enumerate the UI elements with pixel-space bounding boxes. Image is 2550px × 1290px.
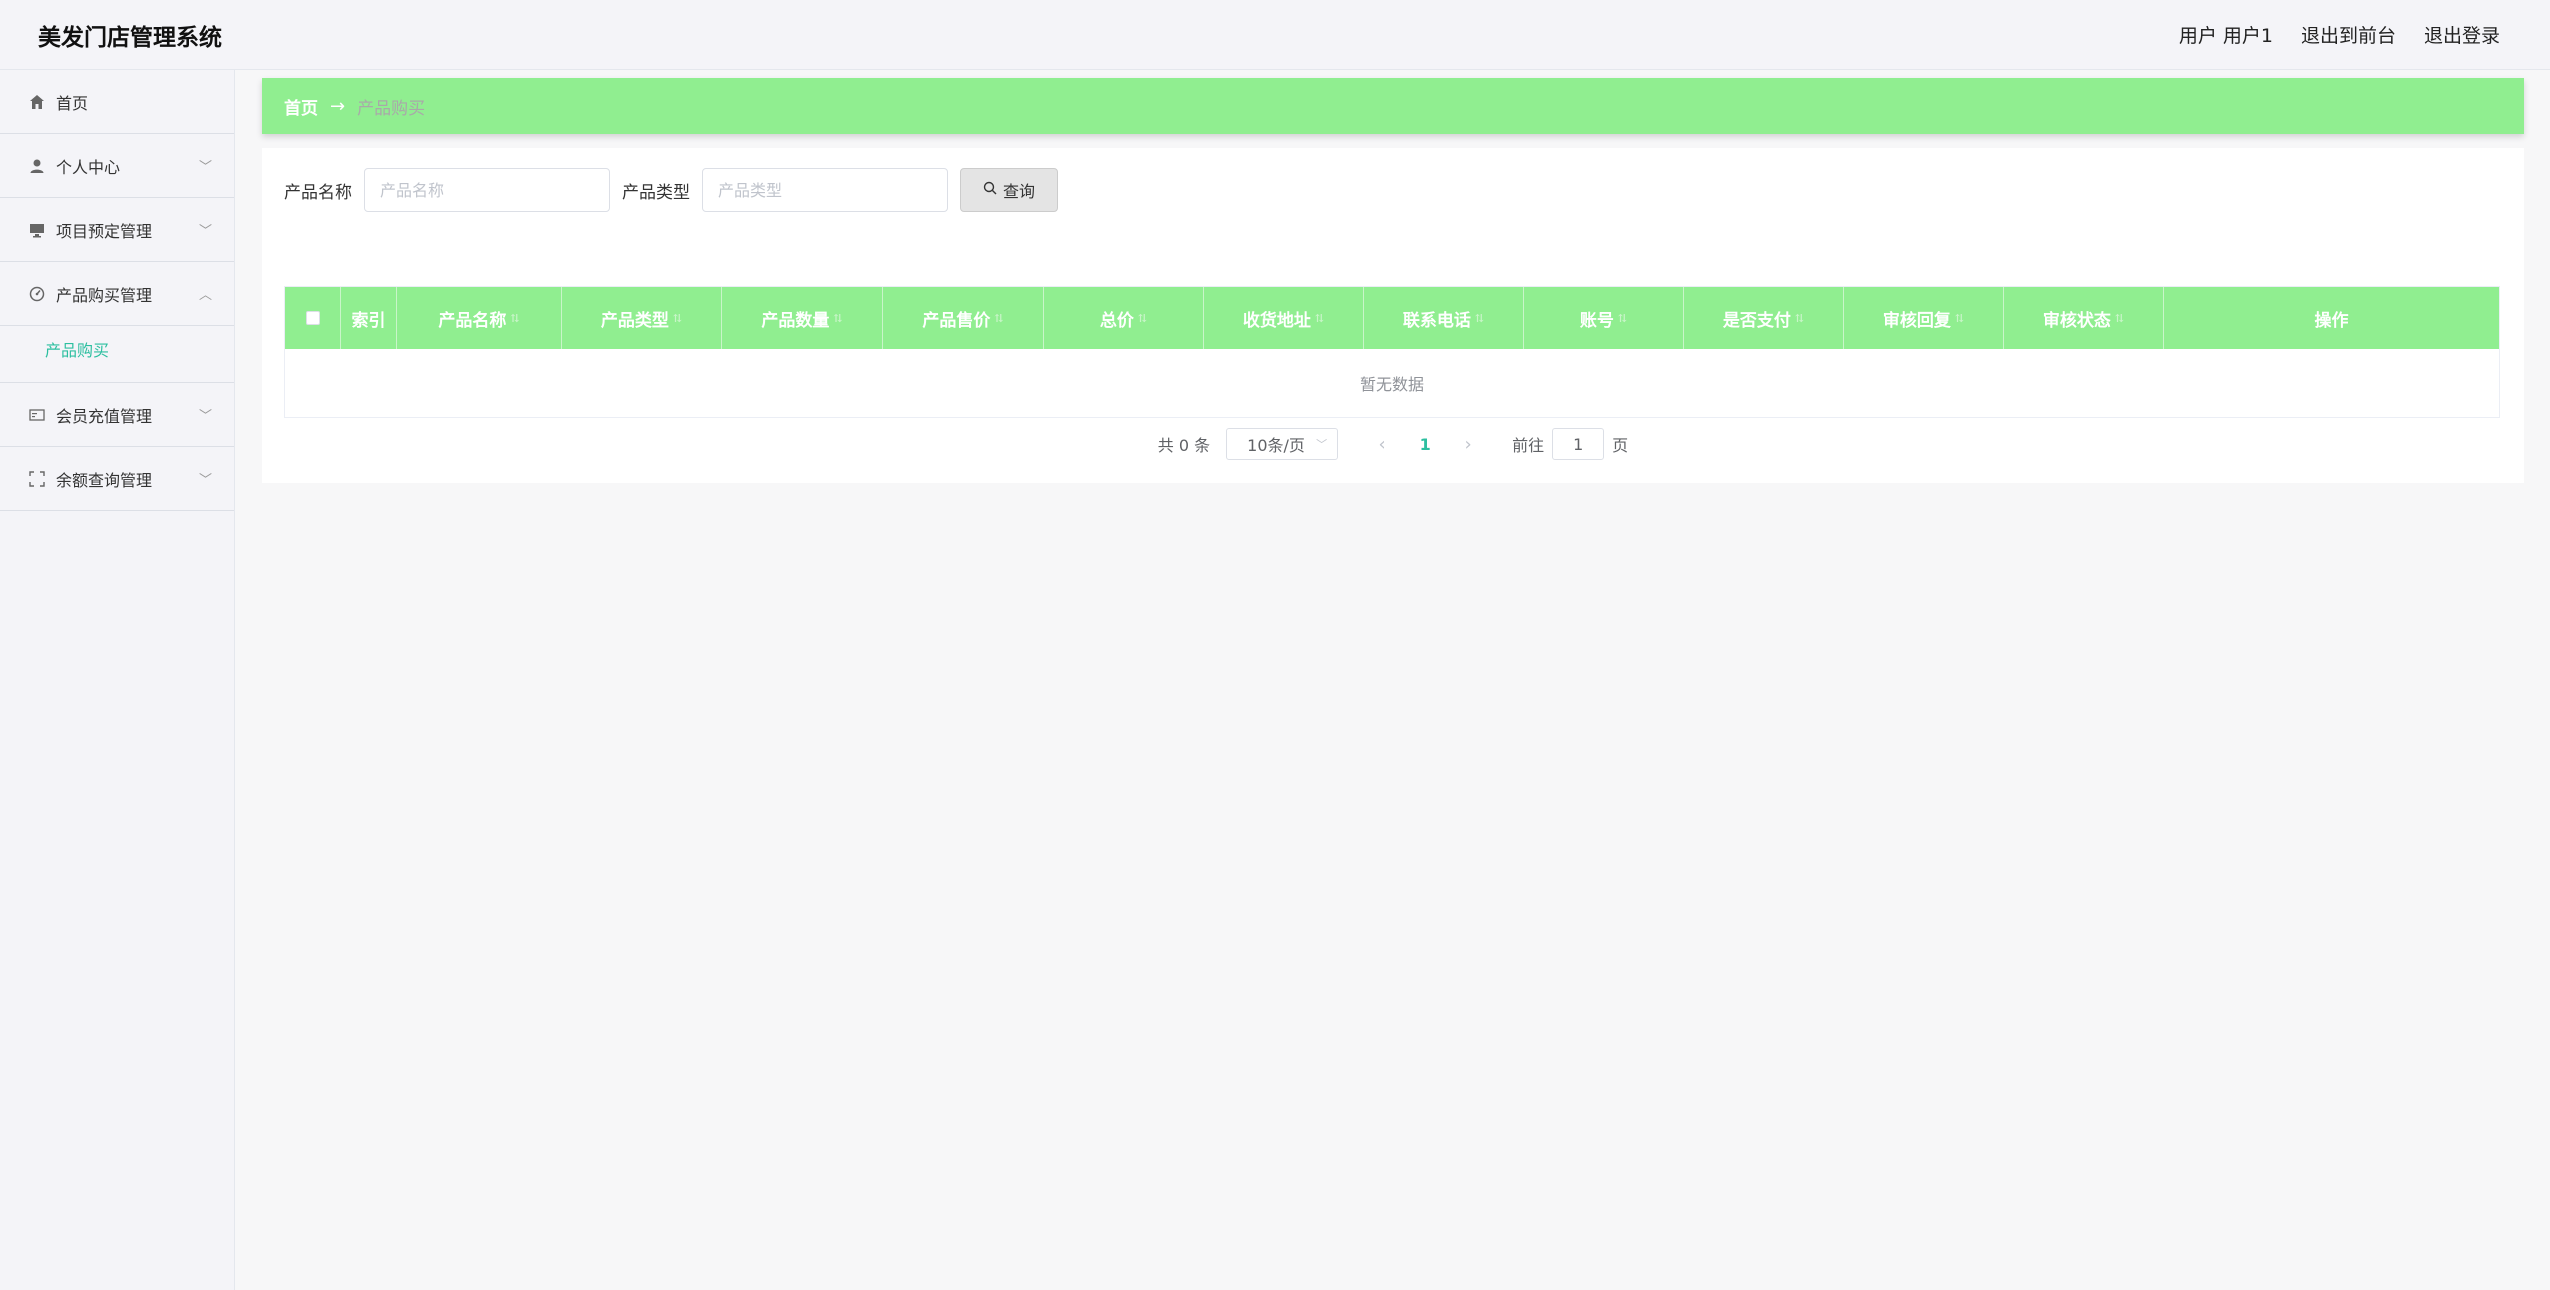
chevron-up-icon: ︿ — [198, 288, 212, 303]
product-purchase-table: 索引 产品名称 ⇅ 产品类型 ⇅ 产品数量 ⇅ 产品售价 ⇅ 总价 ⇅ 收货地址… — [284, 286, 2500, 418]
sidebar-item-member-recharge[interactable]: 会员充值管理 ﹀ — [0, 383, 234, 447]
column-header-label: 产品名称 — [438, 310, 507, 331]
sort-icon[interactable]: ⇅ — [833, 312, 842, 325]
breadcrumb: 首页 → 产品购买 — [262, 78, 2524, 134]
sidebar-item-home[interactable]: 首页 — [0, 70, 234, 134]
pagination-total: 共 0 条 — [1157, 436, 1211, 455]
sort-icon[interactable]: ⇅ — [1795, 312, 1804, 325]
current-user-label[interactable]: 用户 用户1 — [2179, 21, 2273, 48]
sort-icon[interactable]: ⇅ — [510, 312, 519, 325]
select-all-checkbox[interactable] — [305, 311, 320, 325]
sort-icon[interactable]: ⇅ — [1315, 312, 1324, 325]
content-panel: 产品名称 产品类型 查询 索引 产品名称⇅ — [262, 148, 2524, 483]
column-header-is-paid[interactable]: 是否支付 ⇅ — [1684, 287, 1844, 349]
column-header-review-status[interactable]: 审核状态 ⇅ — [2004, 287, 2164, 349]
sidebar-item-label: 产品购买管理 — [56, 285, 153, 305]
column-header-index: 索引 — [341, 287, 397, 349]
column-header-product-quantity[interactable]: 产品数量 ⇅ — [722, 287, 883, 349]
product-type-label: 产品类型 — [622, 182, 690, 203]
column-header-label: 是否支付 — [1722, 310, 1791, 331]
page-size-value: 10条/页 — [1247, 436, 1305, 455]
sidebar-item-balance-query[interactable]: 余额查询管理 ﹀ — [0, 447, 234, 511]
column-header-label: 总价 — [1099, 310, 1134, 331]
sort-icon[interactable]: ⇅ — [1618, 312, 1627, 325]
submenu-item-product-purchase[interactable]: 产品购买 — [45, 336, 234, 366]
top-bar: 美发门店管理系统 用户 用户1 退出到前台 退出登录 — [0, 0, 2550, 70]
sort-icon[interactable]: ⇅ — [1475, 312, 1484, 325]
back-to-front-link[interactable]: 退出到前台 — [2301, 21, 2396, 48]
sidebar: 首页 个人中心 ﹀ 项目预定管理 ﹀ 产品购买管理 ︿ 产品购买 会员充值管理 … — [0, 70, 235, 1290]
sidebar-item-label: 首页 — [56, 93, 89, 113]
column-header-label: 审核状态 — [2042, 310, 2111, 331]
sidebar-item-product-purchase[interactable]: 产品购买管理 ︿ — [0, 262, 234, 326]
column-header-label: 账号 — [1579, 310, 1614, 331]
sort-icon[interactable]: ⇅ — [1955, 312, 1964, 325]
column-header-phone[interactable]: 联系电话 ⇅ — [1364, 287, 1524, 349]
column-header-label: 审核回复 — [1882, 310, 1951, 331]
sidebar-item-label: 余额查询管理 — [56, 470, 153, 490]
sort-icon[interactable]: ⇅ — [994, 312, 1003, 325]
query-button-label: 查询 — [1002, 182, 1035, 201]
page-number-current[interactable]: 1 — [1402, 435, 1448, 454]
chevron-down-icon: ﹀ — [1316, 438, 1328, 451]
sidebar-item-label: 个人中心 — [56, 157, 121, 177]
chevron-down-icon: ﹀ — [198, 224, 212, 239]
column-header-label: 产品数量 — [761, 310, 830, 331]
column-header-account[interactable]: 账号 ⇅ — [1524, 287, 1684, 349]
top-right-actions: 用户 用户1 退出到前台 退出登录 — [2179, 21, 2500, 48]
empty-state: 暂无数据 — [1359, 375, 1424, 394]
search-icon — [983, 181, 997, 199]
pagination: 共 0 条 10条/页 ﹀ ‹ 1 › 前往 页 — [262, 428, 2524, 460]
user-icon — [28, 157, 46, 175]
arrow-right-icon: → — [330, 95, 346, 117]
prev-page-icon[interactable]: ‹ — [1362, 434, 1402, 455]
breadcrumb-current: 产品购买 — [357, 98, 426, 119]
column-header-label: 索引 — [351, 310, 386, 331]
query-button[interactable]: 查询 — [960, 168, 1058, 212]
select-all-cell — [285, 287, 341, 349]
column-header-actions: 操作 — [2164, 287, 2499, 349]
home-icon — [28, 93, 46, 111]
sidebar-item-booking[interactable]: 项目预定管理 ﹀ — [0, 198, 234, 262]
chevron-down-icon: ﹀ — [198, 409, 212, 424]
sidebar-item-personal-center[interactable]: 个人中心 ﹀ — [0, 134, 234, 198]
next-page-icon[interactable]: › — [1448, 434, 1488, 455]
breadcrumb-home[interactable]: 首页 — [284, 94, 318, 119]
search-form: 产品名称 产品类型 查询 — [284, 168, 1058, 212]
product-name-input[interactable] — [364, 168, 610, 212]
column-header-product-type[interactable]: 产品类型 ⇅ — [562, 287, 722, 349]
fullscreen-icon — [28, 470, 46, 488]
monitor-icon — [28, 221, 46, 239]
sort-icon[interactable]: ⇅ — [673, 312, 682, 325]
app-title: 美发门店管理系统 — [38, 24, 222, 51]
table-header: 索引 产品名称 ⇅ 产品类型 ⇅ 产品数量 ⇅ 产品售价 ⇅ 总价 ⇅ 收货地址… — [285, 287, 2499, 349]
column-header-review-reply[interactable]: 审核回复 ⇅ — [1844, 287, 2004, 349]
chevron-down-icon: ﹀ — [198, 160, 212, 175]
column-header-product-name[interactable]: 产品名称 ⇅ — [397, 287, 562, 349]
sidebar-item-label: 会员充值管理 — [56, 406, 153, 426]
product-name-label: 产品名称 — [284, 182, 352, 203]
sort-icon[interactable]: ⇅ — [1138, 312, 1147, 325]
column-header-product-price[interactable]: 产品售价 ⇅ — [883, 287, 1044, 349]
column-header-label: 产品类型 — [600, 310, 669, 331]
goto-label: 前往 — [1512, 436, 1545, 455]
logout-link[interactable]: 退出登录 — [2424, 21, 2500, 48]
card-icon — [28, 406, 46, 424]
submenu-product-purchase: 产品购买 — [0, 326, 234, 383]
column-header-label: 联系电话 — [1402, 310, 1471, 331]
column-header-shipping-address[interactable]: 收货地址 ⇅ — [1204, 287, 1364, 349]
column-header-total-price[interactable]: 总价 ⇅ — [1044, 287, 1204, 349]
sidebar-item-label: 项目预定管理 — [56, 221, 153, 241]
page-size-select[interactable]: 10条/页 ﹀ — [1226, 428, 1339, 460]
main-content: 首页 → 产品购买 产品名称 产品类型 查询 索引 — [248, 70, 2538, 1290]
column-header-label: 收货地址 — [1242, 310, 1311, 331]
column-header-label: 产品售价 — [922, 310, 991, 331]
column-header-label: 操作 — [2314, 310, 2349, 331]
product-type-input[interactable] — [702, 168, 948, 212]
chevron-down-icon: ﹀ — [198, 473, 212, 488]
page-suffix-label: 页 — [1612, 436, 1629, 455]
dashboard-icon — [28, 285, 46, 303]
sort-icon[interactable]: ⇅ — [2115, 312, 2124, 325]
goto-page-input[interactable] — [1552, 428, 1605, 460]
